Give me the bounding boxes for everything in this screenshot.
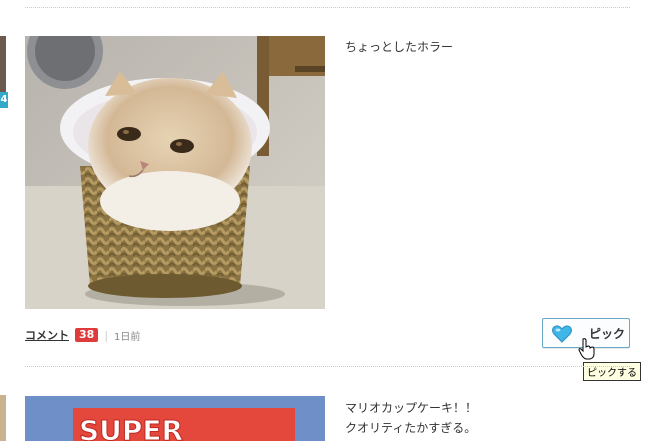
- post2-caption-line: マリオカップケーキ！！: [345, 401, 478, 415]
- left-edge-thumbnail-2[interactable]: [0, 395, 8, 441]
- heart-icon: [552, 325, 572, 347]
- divider-between-posts: [25, 366, 630, 367]
- post2-caption: マリオカップケーキ！！ クオリティたかすぎる。: [345, 398, 477, 438]
- photo-super-text: SUPER: [79, 414, 183, 441]
- hand-pointer-cursor-icon: [578, 338, 596, 364]
- post-time: 1日前: [114, 331, 141, 343]
- left-edge-thumbnail[interactable]: [0, 36, 6, 92]
- pick-tooltip: ピックする: [583, 362, 641, 381]
- post-photo-cat-in-basket[interactable]: [25, 36, 325, 309]
- post2-caption-line: クオリティたかすぎる。: [345, 421, 477, 435]
- comment-link[interactable]: コメント: [25, 327, 69, 343]
- left-edge-previous-column: 4: [0, 36, 8, 146]
- comment-count-badge: 38: [75, 328, 99, 342]
- left-edge-badge: 4: [0, 92, 8, 108]
- meta-separator: |: [104, 328, 109, 342]
- left-edge-thumbnail[interactable]: [0, 395, 6, 441]
- divider-top: [25, 7, 630, 8]
- post-photo-super-cupcake[interactable]: SUPER: [25, 396, 325, 441]
- post-meta: コメント 38 | 1日前: [25, 327, 140, 343]
- post-caption: ちょっとしたホラー: [345, 40, 454, 54]
